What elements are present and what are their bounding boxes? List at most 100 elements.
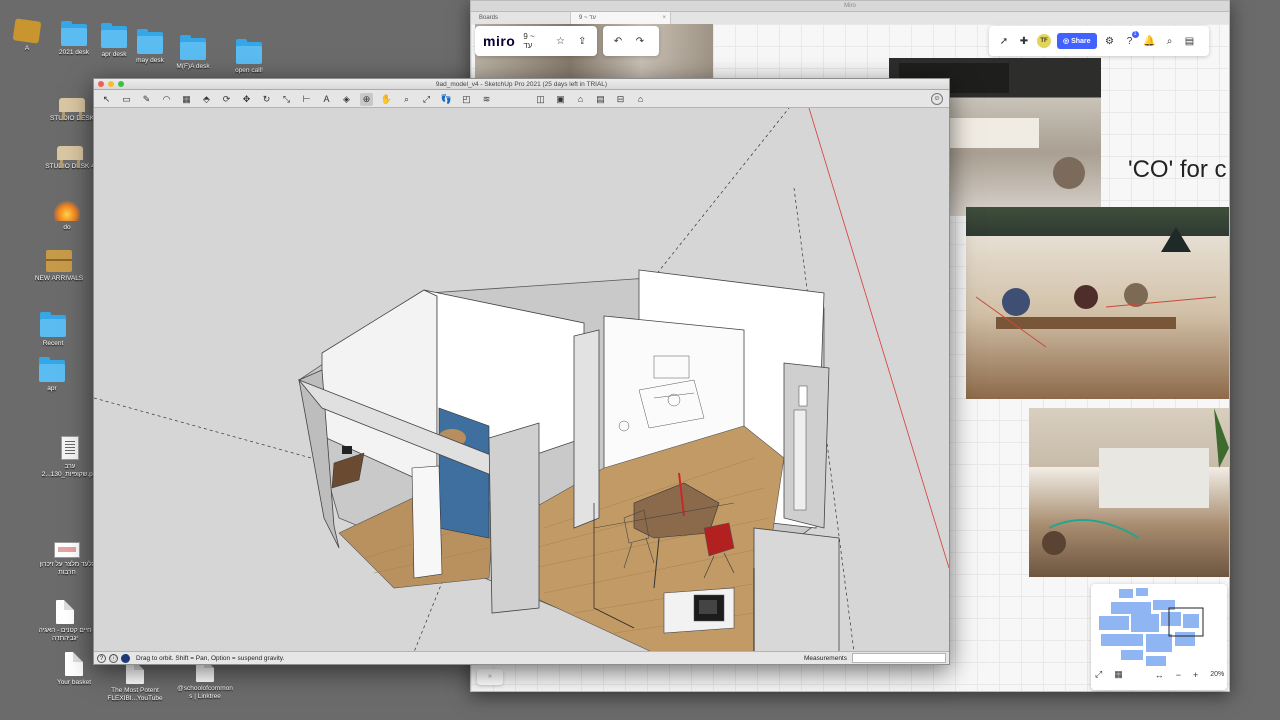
- credits-icon[interactable]: ⓘ: [109, 654, 118, 663]
- shelf-object: [342, 446, 352, 454]
- desktop-icon-label: apr: [47, 385, 57, 392]
- zoom-extents-tool-icon[interactable]: ⤢: [420, 93, 433, 106]
- avatar[interactable]: TF: [1037, 34, 1051, 48]
- measurements-label: Measurements: [804, 655, 847, 662]
- notification-badge: 1: [1131, 31, 1139, 38]
- close-tab-icon[interactable]: ×: [662, 12, 666, 24]
- follow-me-tool-icon[interactable]: ⟳: [220, 93, 233, 106]
- front-view-icon[interactable]: ⌂: [574, 93, 587, 106]
- desktop-icon-doc[interactable]: The Most Potent FLEXIBI...YouTube: [95, 660, 175, 703]
- right-view-icon[interactable]: ▤: [594, 93, 607, 106]
- help-icon[interactable]: ? 1: [1123, 31, 1139, 48]
- user-status-icon[interactable]: [121, 654, 130, 663]
- back-view-icon[interactable]: ⊟: [614, 93, 627, 106]
- share-button[interactable]: ◎ Share: [1057, 33, 1097, 49]
- walk-tool-icon[interactable]: 👣: [440, 93, 453, 106]
- monitor-screen: [699, 600, 717, 614]
- desktop-icon-folder[interactable]: Recent: [13, 312, 93, 348]
- scale-tool-icon[interactable]: ⤡: [280, 93, 293, 106]
- close-window-button[interactable]: [98, 81, 104, 87]
- cafe-photo-3[interactable]: [1029, 408, 1229, 577]
- desktop-icon-label: The Most Potent FLEXIBI...YouTube: [107, 687, 163, 702]
- board-name[interactable]: 9 ~ עד: [523, 32, 545, 50]
- push-pull-tool-icon[interactable]: ⬘: [200, 93, 213, 106]
- shape-tool-icon[interactable]: ▦: [180, 93, 193, 106]
- arc-tool-icon[interactable]: ◠: [160, 93, 173, 106]
- reaction-icon[interactable]: ✚: [1017, 34, 1031, 48]
- sliders-icon[interactable]: ⚙: [1103, 34, 1117, 48]
- pan-tool-icon[interactable]: ✋: [380, 93, 393, 106]
- desktop-icon-folder[interactable]: open call!: [209, 39, 289, 75]
- tab-boards[interactable]: Boards: [471, 12, 571, 24]
- layers-tool-icon[interactable]: ≋: [480, 93, 493, 106]
- left-view-icon[interactable]: ⌂: [634, 93, 647, 106]
- bell-icon[interactable]: 🔔: [1143, 34, 1157, 48]
- top-view-icon[interactable]: ▣: [554, 93, 567, 106]
- eraser-tool-icon[interactable]: ▭: [120, 93, 133, 106]
- paint-bucket-tool-icon[interactable]: ◈: [340, 93, 353, 106]
- user-account-icon[interactable]: ☺: [931, 93, 943, 105]
- select-tool-icon[interactable]: ↖: [100, 93, 113, 106]
- left-door: [411, 465, 443, 579]
- zoom-controls: ⤢ ▦ ↔ − + 20%: [1095, 669, 1224, 680]
- board-headline[interactable]: 'CO' for c: [1128, 156, 1227, 184]
- folder-icon: [180, 35, 206, 60]
- zoom-out-button[interactable]: −: [1176, 670, 1181, 680]
- right-partition: [573, 329, 600, 529]
- measurements-input[interactable]: [852, 653, 946, 663]
- iso-view-icon[interactable]: ◫: [534, 93, 547, 106]
- zoom-level[interactable]: 20%: [1210, 671, 1224, 678]
- maximize-window-button[interactable]: [118, 81, 124, 87]
- section-plane-tool-icon[interactable]: ◰: [460, 93, 473, 106]
- undo-icon[interactable]: ↶: [611, 34, 625, 48]
- star-icon[interactable]: ☆: [554, 34, 568, 48]
- doc-icon: [56, 600, 74, 624]
- miro-tab-bar: Boards 9 ~ עד ×: [471, 12, 1229, 24]
- collab-toolbar: ➚ ✚ TF ◎ Share ⚙ ? 1 🔔 ⌕ ▤: [989, 26, 1209, 56]
- tab-board[interactable]: 9 ~ עד ×: [571, 12, 671, 24]
- map-icon[interactable]: ▦: [1114, 669, 1123, 680]
- axis-red: [808, 108, 949, 569]
- move-tool-icon[interactable]: ✥: [240, 93, 253, 106]
- sketchup-window[interactable]: 9ad_model_v4 - SketchUp Pro 2021 (25 day…: [93, 78, 950, 665]
- desktop-icon-folder[interactable]: apr: [12, 357, 92, 393]
- miro-board-card: miro 9 ~ עד ☆ ⇪: [475, 26, 597, 56]
- sketchup-status-bar: ? ⓘ Drag to orbit. Shift = Pan, Option =…: [94, 651, 949, 664]
- cursor-icon[interactable]: ➚: [997, 34, 1011, 48]
- miro-logo: miro: [483, 33, 516, 49]
- table-icon: [57, 146, 83, 168]
- expand-panel-button[interactable]: »: [477, 669, 503, 685]
- doc-icon: [65, 652, 83, 676]
- fit-screen-icon[interactable]: ⤢: [1095, 669, 1102, 680]
- orbit-tool-icon[interactable]: ⊕: [360, 93, 373, 106]
- redo-icon[interactable]: ↷: [633, 34, 647, 48]
- box-icon: [46, 250, 72, 272]
- sketchup-toolbar: ☺ ↖ ▭ ✎ ◠ ▦ ⬘ ⟳ ✥ ↻ ⤡ ⊢ A ◈ ⊕ ✋ ⌕ ⤢ 👣 ◰ ≋ ◫ ▣ ⌂ ▤ ⊟ ⌂: [94, 90, 949, 108]
- search-icon[interactable]: ⌕: [1163, 34, 1177, 48]
- minimize-window-button[interactable]: [108, 81, 114, 87]
- desktop-icon-label: Recent: [42, 340, 64, 347]
- sketchup-window-title: 9ad_model_v4 - SketchUp Pro 2021 (25 day…: [435, 81, 608, 88]
- sketchup-title-bar: 9ad_model_v4 - SketchUp Pro 2021 (25 day…: [94, 79, 949, 90]
- desktop-icon-box[interactable]: NEW ARRIVALS: [19, 250, 99, 283]
- text-tool-icon[interactable]: A: [320, 93, 333, 106]
- cafe-photo-2[interactable]: [966, 207, 1229, 399]
- center-partition: [488, 422, 540, 614]
- notes-icon[interactable]: ▤: [1183, 34, 1197, 48]
- fit-width-icon[interactable]: ↔: [1155, 670, 1164, 680]
- line-tool-icon[interactable]: ✎: [140, 93, 153, 106]
- model-drawing: [94, 108, 949, 652]
- zoom-tool-icon[interactable]: ⌕: [400, 93, 413, 106]
- zoom-in-button[interactable]: +: [1193, 670, 1198, 680]
- fire-icon: [54, 199, 80, 221]
- upload-icon[interactable]: ⇪: [575, 34, 589, 48]
- rotate-tool-icon[interactable]: ↻: [260, 93, 273, 106]
- folder-icon: [39, 357, 65, 382]
- folder-icon: [236, 39, 262, 64]
- tape-measure-tool-icon[interactable]: ⊢: [300, 93, 313, 106]
- sketchup-viewport[interactable]: [94, 108, 949, 652]
- table-icon: [59, 98, 85, 120]
- status-hint: Drag to orbit. Shift = Pan, Option = sus…: [136, 655, 285, 662]
- info-icon[interactable]: ?: [97, 654, 106, 663]
- pdf-icon: [61, 436, 79, 460]
